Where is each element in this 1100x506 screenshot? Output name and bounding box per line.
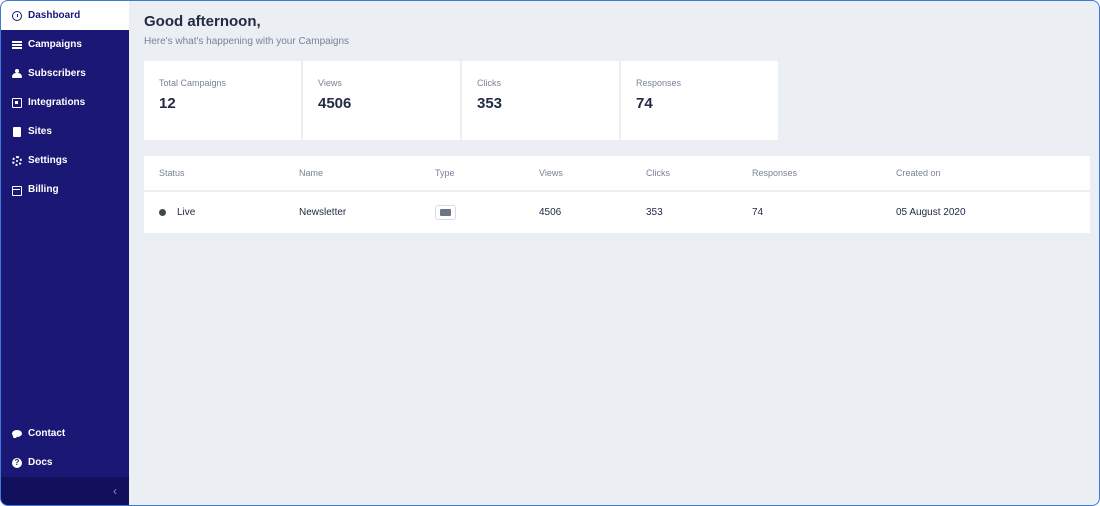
stat-value: 353 <box>477 95 503 112</box>
sidebar-item-dashboard[interactable]: Dashboard <box>1 1 129 30</box>
integrations-icon <box>12 97 22 108</box>
sidebar-item-contact[interactable]: Contact <box>1 419 129 448</box>
sidebar-item-label: Sites <box>28 126 52 137</box>
responses-cell: 74 <box>752 207 764 218</box>
table-row[interactable]: Live Newsletter 4506 353 74 05 August 20… <box>144 192 1090 233</box>
sidebar-item-label: Integrations <box>28 97 86 108</box>
sidebar-item-settings[interactable]: Settings <box>1 146 129 175</box>
stat-card-clicks: Clicks 353 <box>462 61 619 140</box>
status-text: Live <box>177 207 196 218</box>
sidebar-nav: Dashboard Campaigns Subscribers Integrat… <box>1 1 129 204</box>
sidebar-item-billing[interactable]: Billing <box>1 175 129 204</box>
stat-card-total-campaigns: Total Campaigns 12 <box>144 61 301 140</box>
stat-value: 4506 <box>318 95 352 112</box>
sidebar-item-label: Billing <box>28 184 59 195</box>
clicks-cell: 353 <box>646 207 663 218</box>
sidebar-item-label: Dashboard <box>28 10 81 21</box>
email-icon <box>440 209 451 216</box>
column-header-status[interactable]: Status <box>144 168 299 178</box>
sidebar-item-label: Settings <box>28 155 68 166</box>
sidebar-item-label: Campaigns <box>28 39 82 50</box>
sidebar-item-integrations[interactable]: Integrations <box>1 88 129 117</box>
stat-label: Clicks <box>477 78 501 88</box>
stats-row: Total Campaigns 12 Views 4506 Clicks 353… <box>144 61 1090 140</box>
sidebar-item-label: Docs <box>28 457 53 468</box>
chat-icon <box>12 429 22 439</box>
sidebar-collapse-button[interactable]: ‹ <box>1 477 129 505</box>
campaigns-table: Status Name Type Views Clicks Responses … <box>144 156 1090 233</box>
sidebar: Dashboard Campaigns Subscribers Integrat… <box>1 1 129 505</box>
users-icon <box>12 68 22 79</box>
type-cell <box>435 205 539 220</box>
created-on-cell: 05 August 2020 <box>896 207 966 218</box>
column-header-name[interactable]: Name <box>299 168 435 178</box>
stat-label: Responses <box>636 78 682 88</box>
help-icon: ? <box>12 457 22 468</box>
stat-card-views: Views 4506 <box>303 61 460 140</box>
app-window: Dashboard Campaigns Subscribers Integrat… <box>0 0 1100 506</box>
views-cell: 4506 <box>539 207 562 218</box>
status-live-dot <box>159 209 166 216</box>
sidebar-item-label: Subscribers <box>28 68 86 79</box>
page-subtitle: Here's what's happening with your Campai… <box>144 36 350 47</box>
sidebar-item-label: Contact <box>28 428 66 439</box>
stat-value: 74 <box>636 95 653 112</box>
sidebar-item-campaigns[interactable]: Campaigns <box>1 30 129 59</box>
column-header-created-on[interactable]: Created on <box>896 168 1090 178</box>
sites-icon <box>12 126 22 137</box>
page-title: Good afternoon, <box>144 13 261 30</box>
gear-icon <box>12 155 22 166</box>
credit-card-icon <box>12 185 22 196</box>
stat-value: 12 <box>159 95 176 112</box>
dashboard-icon <box>12 10 22 21</box>
stat-label: Views <box>318 78 342 88</box>
sidebar-bottom-nav: Contact ? Docs <box>1 419 129 477</box>
campaign-type-badge[interactable] <box>435 205 456 220</box>
table-header: Status Name Type Views Clicks Responses … <box>144 156 1090 192</box>
column-header-type[interactable]: Type <box>435 168 539 178</box>
sidebar-item-sites[interactable]: Sites <box>1 117 129 146</box>
list-icon <box>12 40 22 50</box>
main-content: Good afternoon, Here's what's happening … <box>129 1 1099 505</box>
stat-label: Total Campaigns <box>159 78 227 88</box>
column-header-clicks[interactable]: Clicks <box>646 168 752 178</box>
sidebar-item-docs[interactable]: ? Docs <box>1 448 129 477</box>
column-header-responses[interactable]: Responses <box>752 168 896 178</box>
status-cell: Live <box>144 207 299 218</box>
sidebar-item-subscribers[interactable]: Subscribers <box>1 59 129 88</box>
campaign-name-link[interactable]: Newsletter <box>299 207 435 218</box>
chevron-left-icon: ‹ <box>113 484 117 498</box>
stat-card-responses: Responses 74 <box>621 61 778 140</box>
column-header-views[interactable]: Views <box>539 168 646 178</box>
